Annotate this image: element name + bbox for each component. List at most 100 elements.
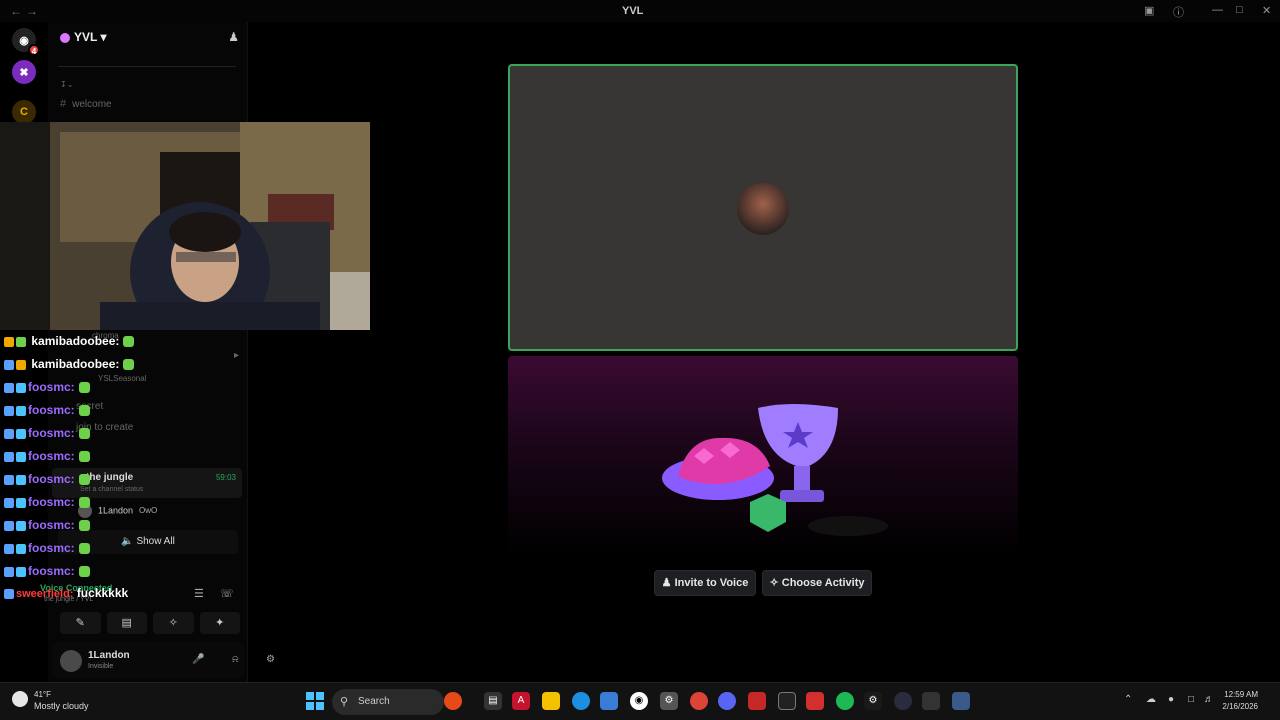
chat-emote-icon (78, 382, 90, 394)
headphones-icon[interactable]: ⍾ (232, 654, 239, 665)
chat-badge-icon (16, 543, 26, 554)
server-dot-icon (60, 32, 70, 43)
invite-to-voice-button[interactable]: ♟ Invite to Voice (654, 570, 756, 596)
title-bar: ← → YVL ▣ ⓘ — □ ✕ (0, 0, 1280, 22)
choose-activity-button[interactable]: ✧ Choose Activity (762, 570, 872, 596)
server-icon[interactable]: ✖ (12, 60, 36, 84)
app-icon[interactable] (894, 692, 912, 710)
video-tile-user[interactable] (508, 64, 1018, 351)
chat-badge-icon (16, 566, 26, 577)
chat-emote-icon (123, 359, 135, 371)
voice-controls: ✎ ▤ ✧ ✦ (60, 612, 240, 634)
back-icon[interactable]: ← (10, 4, 22, 18)
collapse-chevron-icon[interactable]: ↧⌄ (60, 80, 73, 89)
chat-badge-icon (16, 520, 26, 531)
windows-start-icon[interactable] (306, 692, 324, 710)
chat-message: sweerfield: fuckkkkk (4, 586, 128, 604)
maximize-icon[interactable]: □ (1236, 4, 1243, 16)
chat-badge-icon (4, 588, 14, 599)
chat-badge-icon (16, 428, 26, 439)
edge-icon[interactable] (572, 692, 590, 710)
chat-badge-icon (4, 336, 14, 347)
avatar (737, 183, 789, 235)
close-icon[interactable]: ✕ (1262, 4, 1271, 17)
chat-badge-icon (4, 566, 14, 577)
activities-icon: ✧ (769, 577, 779, 589)
app-icon[interactable]: A (512, 692, 530, 710)
screenshare-icon[interactable]: ▤ (106, 612, 147, 634)
stream-chat-overlay: kamibadoobee: kamibadoobee: foosmc: foos… (0, 334, 240, 604)
user-panel: 1Landon Invisible 🎤 ⍾ ⚙ (52, 642, 275, 678)
inbox-icon[interactable]: ▣ (1144, 4, 1154, 17)
chat-badge-icon (4, 497, 14, 508)
chat-emote-icon (78, 405, 90, 417)
channel-welcome[interactable]: # welcome (60, 98, 112, 110)
chat-badge-icon (4, 543, 14, 554)
soundboard-icon[interactable]: ✦ (199, 612, 240, 634)
chat-emote-icon (78, 451, 90, 463)
chat-message: foosmc: (4, 426, 90, 444)
microphone-icon[interactable]: ● (1168, 694, 1174, 705)
cloud-icon[interactable]: ☁ (1146, 694, 1156, 705)
chat-message: foosmc: (4, 564, 90, 582)
tray-chevron-icon[interactable]: ⌃ (1124, 694, 1132, 705)
app-icon[interactable]: ◉ (630, 692, 648, 710)
app-icon[interactable] (806, 692, 824, 710)
chat-emote-icon (78, 497, 90, 509)
file-explorer-icon[interactable] (542, 692, 560, 710)
task-view-icon[interactable]: ▤ (484, 692, 502, 710)
forward-icon[interactable]: → (26, 4, 38, 18)
activity-tile (508, 356, 1018, 642)
chat-badge-icon (16, 336, 26, 347)
obs-icon[interactable] (778, 692, 796, 710)
chat-badge-icon (16, 451, 26, 462)
app-icon[interactable] (952, 692, 970, 710)
chat-emote-icon (123, 336, 135, 348)
app-icon[interactable] (922, 692, 940, 710)
add-person-icon[interactable]: ♟ (228, 30, 239, 44)
chrome-icon[interactable] (690, 692, 708, 710)
weather-cloud-icon (12, 691, 28, 707)
settings-gear-icon[interactable]: ⚙ (266, 654, 275, 665)
taskbar: 41°F Mostly cloudy ⚲ Search ▤ A ◉ ⚙ ⚙ ⌃ ☁… (0, 682, 1280, 720)
avatar[interactable] (60, 650, 82, 672)
chat-message: foosmc: (4, 403, 90, 421)
chat-badge-icon (4, 428, 14, 439)
help-icon[interactable]: ⓘ (1173, 4, 1184, 20)
discord-home-icon[interactable]: ◉ 4 (12, 28, 40, 56)
taskbar-search[interactable]: ⚲ Search (332, 689, 444, 715)
app-icon[interactable] (748, 692, 766, 710)
system-clock[interactable]: 12:59 AM 2/16/2026 (1222, 689, 1258, 713)
search-highlight-icon[interactable] (444, 692, 462, 710)
chat-message: foosmc: (4, 472, 90, 490)
volume-icon[interactable]: ♬ (1204, 694, 1214, 705)
chat-badge-icon (4, 451, 14, 462)
store-icon[interactable] (600, 692, 618, 710)
discord-icon[interactable] (718, 692, 736, 710)
activities-icon[interactable]: ✧ (153, 612, 194, 634)
chat-badge-icon (4, 359, 14, 370)
spotify-icon[interactable] (836, 692, 854, 710)
webcam-overlay (0, 122, 370, 330)
chat-badge-icon (16, 497, 26, 508)
minimize-icon[interactable]: — (1212, 4, 1223, 16)
settings-icon[interactable]: ⚙ (660, 692, 678, 710)
chat-message: kamibadoobee: (4, 334, 135, 352)
display-icon[interactable]: □ (1188, 694, 1194, 705)
webcam-image (0, 122, 370, 330)
chat-badge-icon (4, 405, 14, 416)
chat-emote-icon (78, 543, 90, 555)
camera-off-icon[interactable]: ✎ (60, 612, 101, 634)
invite-person-icon: ♟ (661, 577, 672, 589)
chat-message: kamibadoobee: (4, 357, 135, 375)
chat-emote-icon (78, 428, 90, 440)
chat-emote-icon (78, 520, 90, 532)
steam-icon[interactable]: ⚙ (864, 692, 882, 710)
hash-icon: # (60, 98, 67, 110)
chat-badge-icon (16, 474, 26, 485)
server-name-dropdown[interactable]: YVL ▾ (60, 30, 106, 44)
server-icon[interactable]: C (12, 100, 36, 124)
chat-emote-icon (78, 566, 90, 578)
chat-message: foosmc: (4, 449, 90, 467)
microphone-icon[interactable]: 🎤 (192, 654, 204, 665)
